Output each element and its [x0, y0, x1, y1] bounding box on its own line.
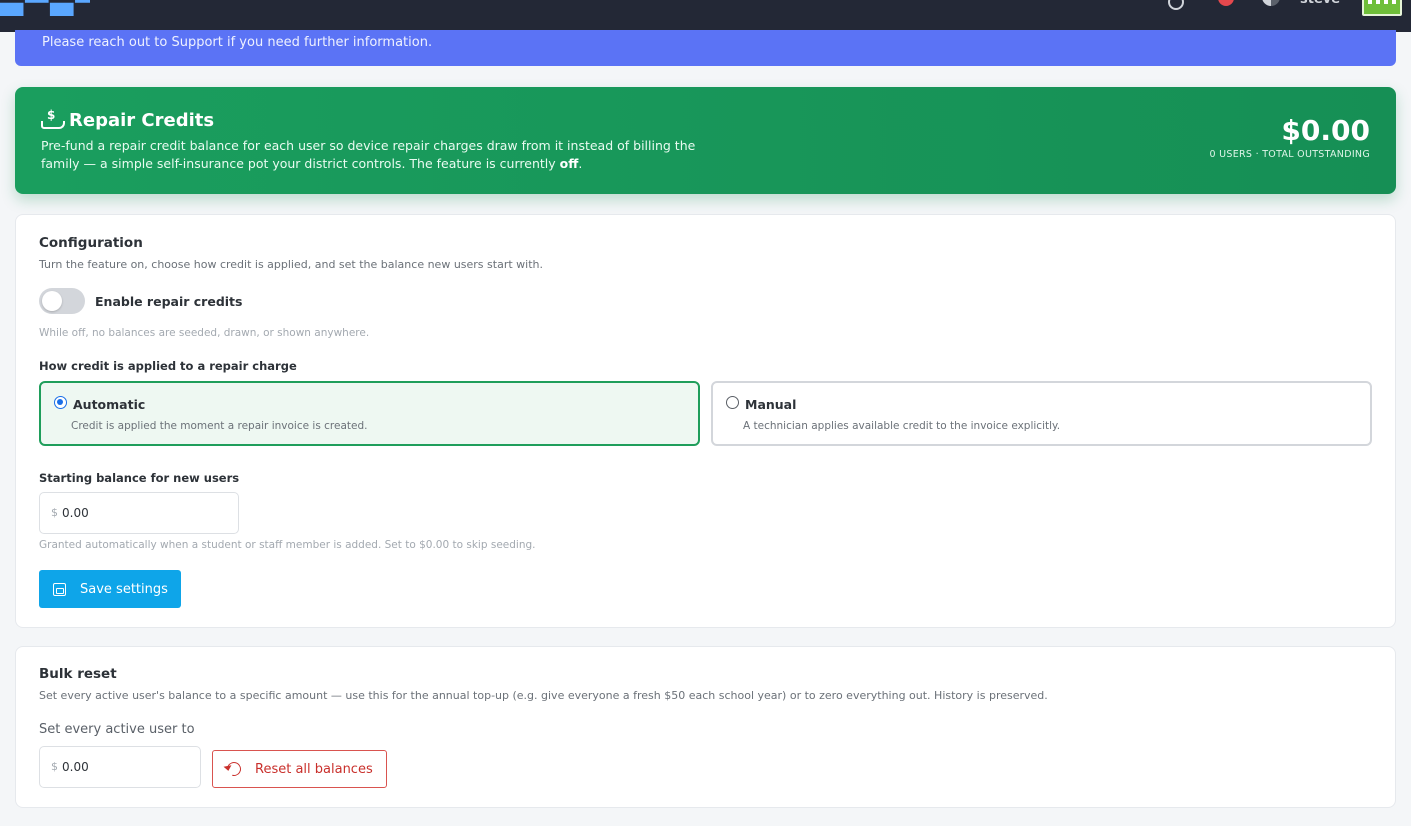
feature-state: off — [559, 156, 579, 171]
toggle-hint: While off, no balances are seeded, drawn… — [39, 327, 370, 339]
starting-balance-field[interactable]: $ — [39, 492, 239, 534]
bulk-amount-input[interactable] — [62, 758, 182, 776]
toggle-knob — [42, 291, 62, 311]
app-logo[interactable]: ▄▀▄▀ — [0, 0, 90, 16]
reset-all-balances-label: Reset all balances — [255, 761, 373, 777]
configuration-title: Configuration — [39, 235, 143, 251]
starting-balance-label: Starting balance for new users — [39, 471, 240, 485]
info-banner-text: Please reach out to Support if you need … — [42, 35, 433, 50]
hero-description-end: . — [578, 156, 583, 171]
starting-balance-input[interactable] — [62, 504, 182, 522]
configuration-subtitle: Turn the feature on, choose how credit i… — [39, 258, 543, 271]
apply-mode-label: How credit is applied to a repair charge — [39, 359, 297, 373]
page-title: Repair Credits — [41, 108, 215, 131]
starting-balance-hint: Granted automatically when a student or … — [39, 539, 536, 551]
save-settings-label: Save settings — [80, 581, 168, 597]
enable-repair-credits-label: Enable repair credits — [95, 294, 243, 309]
enable-repair-credits-toggle[interactable] — [39, 288, 85, 314]
save-icon — [53, 582, 66, 596]
manual-title: Manual — [745, 397, 797, 412]
total-outstanding-amount: $0.00 — [1281, 114, 1370, 147]
user-name[interactable]: steve — [1300, 0, 1340, 7]
info-banner: Please reach out to Support if you need … — [15, 30, 1396, 66]
reset-all-balances-button[interactable]: Reset all balances — [212, 750, 387, 788]
undo-icon — [224, 759, 244, 779]
bulk-amount-field[interactable]: $ — [39, 746, 201, 788]
currency-symbol: $ — [51, 760, 58, 773]
hero-description-text: Pre-fund a repair credit balance for eac… — [41, 138, 696, 171]
manual-radio[interactable] — [726, 396, 739, 409]
bulk-amount-label: Set every active user to — [39, 722, 195, 737]
save-settings-button[interactable]: Save settings — [39, 570, 181, 608]
option-automatic[interactable]: Automatic Credit is applied the moment a… — [39, 381, 700, 446]
total-outstanding-label: 0 USERS · TOTAL OUTSTANDING — [1209, 149, 1370, 160]
manual-description: A technician applies available credit to… — [743, 420, 1061, 432]
option-manual[interactable]: Manual A technician applies available cr… — [711, 381, 1372, 446]
avatar[interactable] — [1362, 0, 1402, 16]
bulk-reset-subtitle: Set every active user's balance to a spe… — [39, 689, 1048, 702]
top-navbar: ▄▀▄▀ a steve — [0, 0, 1411, 32]
automatic-title: Automatic — [73, 397, 146, 412]
logo-subtext: a — [0, 4, 6, 14]
hand-coin-icon — [41, 108, 65, 131]
theme-toggle-icon[interactable] — [1262, 0, 1282, 10]
bulk-reset-card: Bulk reset Set every active user's balan… — [15, 646, 1396, 808]
currency-symbol: $ — [51, 506, 58, 519]
notification-bell-icon[interactable] — [1218, 0, 1238, 10]
search-icon[interactable] — [1168, 0, 1188, 10]
automatic-description: Credit is applied the moment a repair in… — [71, 420, 368, 432]
page-title-text: Repair Credits — [69, 110, 215, 131]
repair-credits-hero: Repair Credits Pre-fund a repair credit … — [15, 87, 1396, 194]
hero-description: Pre-fund a repair credit balance for eac… — [41, 137, 701, 173]
configuration-card: Configuration Turn the feature on, choos… — [15, 214, 1396, 628]
bulk-reset-title: Bulk reset — [39, 666, 117, 682]
automatic-radio[interactable] — [54, 396, 67, 409]
